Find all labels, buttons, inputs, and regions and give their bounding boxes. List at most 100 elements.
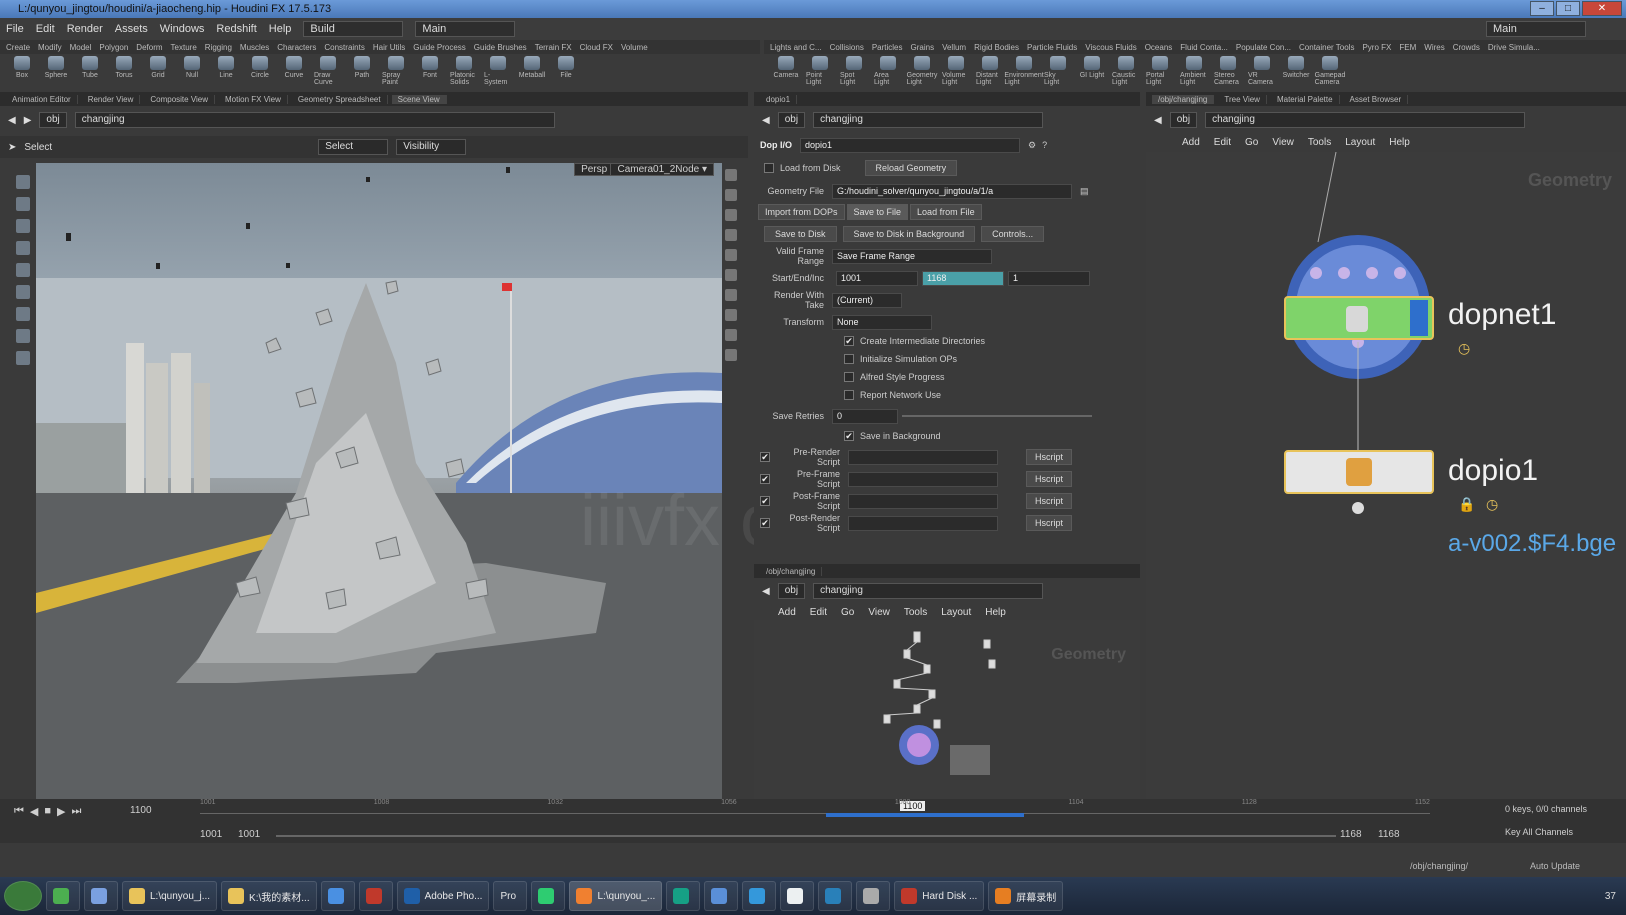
gear-icon[interactable]: ⚙ (1028, 140, 1036, 151)
tool-switcher[interactable]: Switcher (1282, 54, 1310, 79)
shelf-tab[interactable]: Fluid Conta... (1180, 43, 1228, 52)
key-all-channels-button[interactable]: Key All Channels (1505, 827, 1573, 837)
shelf-tab[interactable]: Container Tools (1299, 43, 1354, 52)
snap-tool-icon[interactable] (16, 329, 30, 343)
shelf-tab[interactable]: Hair Utils (373, 43, 405, 52)
shelf-tab[interactable]: Viscous Fluids (1085, 43, 1136, 52)
rotate-tool-icon[interactable] (16, 219, 30, 233)
maximize-button[interactable]: □ (1556, 1, 1580, 16)
net-bottom-path-obj[interactable]: obj (777, 583, 806, 599)
dopio1-node[interactable] (1284, 450, 1434, 494)
shelf-tab[interactable]: Wires (1424, 43, 1444, 52)
tool-torus[interactable]: Torus (110, 54, 138, 79)
taskbar-app-2[interactable] (320, 881, 355, 911)
shelf-tab[interactable]: Deform (136, 43, 162, 52)
save-retries-slider[interactable] (902, 415, 1092, 417)
param-path-obj[interactable]: obj (777, 112, 806, 128)
controls-button[interactable]: Controls... (981, 226, 1045, 242)
tool-tube[interactable]: Tube (76, 54, 104, 79)
load-from-disk-checkbox[interactable] (764, 163, 774, 173)
range-end-field[interactable]: 1168 (1340, 829, 1362, 840)
taskbar-app-7[interactable] (780, 881, 815, 911)
path-obj[interactable]: obj (39, 112, 67, 128)
taskbar-app-8[interactable] (818, 881, 853, 911)
handle-tool-icon[interactable] (16, 263, 30, 277)
select-mode-dropdown[interactable]: Select (318, 139, 389, 155)
tool-draw-curve[interactable]: Draw Curve (314, 54, 342, 86)
net-menu-view[interactable]: View (868, 607, 890, 618)
jump-start-icon[interactable]: ⏮ (14, 805, 24, 818)
tool-lsystem[interactable]: L-System (484, 54, 512, 86)
menu-help[interactable]: Help (269, 23, 292, 35)
minimize-button[interactable]: – (1530, 1, 1554, 16)
tab-geometry-spreadsheet[interactable]: Geometry Spreadsheet (292, 94, 388, 104)
tool-spray-paint[interactable]: Spray Paint (382, 54, 410, 86)
net-menu-go[interactable]: Go (841, 607, 854, 618)
geometry-file-field[interactable]: G:/houdini_solver/qunyou_jingtou/a/1/a (832, 183, 1072, 199)
shelf-tab[interactable]: Oceans (1145, 43, 1173, 52)
taskbar-houdini[interactable]: L:\qunyou_... (569, 881, 663, 911)
play-icon[interactable]: ▶ (57, 805, 65, 818)
shelf-tab[interactable]: Vellum (942, 43, 966, 52)
network-checkbox[interactable] (844, 390, 854, 400)
tool-metaball[interactable]: Metaball (518, 54, 546, 79)
tab-composite-view[interactable]: Composite View (144, 94, 216, 104)
shelf-tab[interactable]: Particle Fluids (1027, 43, 1077, 52)
save-to-disk-button[interactable]: Save to Disk (764, 226, 837, 242)
create-dirs-checkbox[interactable]: ✔ (844, 336, 854, 346)
dopnet1-node[interactable] (1284, 296, 1434, 340)
menu-windows[interactable]: Windows (160, 23, 205, 35)
net-menu-go[interactable]: Go (1245, 137, 1258, 148)
net-menu-edit[interactable]: Edit (1214, 137, 1231, 148)
tool-portal-light[interactable]: Portal Light (1146, 54, 1174, 86)
tool-line[interactable]: Line (212, 54, 240, 79)
node-name-field[interactable]: dopio1 (800, 137, 1020, 153)
tool-point-light[interactable]: Point Light (806, 54, 834, 86)
display-options-icon[interactable] (725, 229, 737, 241)
tool-sphere[interactable]: Sphere (42, 54, 70, 79)
shelf-tab[interactable]: Rigid Bodies (974, 43, 1019, 52)
range-start2-field[interactable]: 1001 (238, 829, 260, 840)
net-menu-view[interactable]: View (1272, 137, 1294, 148)
post-frame-lang[interactable]: Hscript (1026, 493, 1073, 509)
tool-distant-light[interactable]: Distant Light (976, 54, 1004, 86)
subtab-save-to-file[interactable]: Save to File (846, 204, 909, 220)
reload-geometry-button[interactable]: Reload Geometry (864, 160, 958, 176)
net-menu-layout[interactable]: Layout (1345, 137, 1375, 148)
inc-frame-field[interactable]: 1 (1008, 270, 1090, 286)
tool-camera[interactable]: Camera (772, 54, 800, 79)
pre-render-field[interactable] (848, 449, 998, 465)
step-back-icon[interactable]: ◀ (30, 805, 38, 818)
shelf-tab[interactable]: Muscles (240, 43, 269, 52)
transform-dropdown[interactable]: None (832, 314, 932, 330)
net-menu-tools[interactable]: Tools (904, 607, 927, 618)
magnet-tool-icon[interactable] (16, 351, 30, 365)
pre-render-lang[interactable]: Hscript (1026, 449, 1073, 465)
shelf-tab[interactable]: Crowds (1453, 43, 1480, 52)
shaded-icon[interactable] (725, 269, 737, 281)
shelf-tab[interactable]: Guide Brushes (474, 43, 527, 52)
taskbar-app[interactable] (84, 881, 118, 911)
pre-frame-field[interactable] (848, 471, 998, 487)
tool-environment-light[interactable]: Environment Light (1004, 54, 1044, 86)
close-button[interactable]: ✕ (1582, 1, 1622, 16)
tool-gi-light[interactable]: GI Light (1078, 54, 1106, 79)
tab-obj-changjing[interactable]: /obj/changjing (1152, 94, 1215, 104)
stop-icon[interactable]: ■ (44, 805, 51, 818)
net-menu-add[interactable]: Add (1182, 137, 1200, 148)
back-arrow-icon[interactable]: ◀ (8, 115, 16, 126)
tab-dopio1[interactable]: dopio1 (760, 94, 798, 104)
tool-caustic-light[interactable]: Caustic Light (1112, 54, 1140, 86)
back-arrow-icon[interactable]: ◀ (762, 586, 770, 597)
net-menu-help[interactable]: Help (1389, 137, 1410, 148)
build-desktop-select[interactable]: Build (303, 21, 404, 37)
shelf-tab[interactable]: Collisions (830, 43, 864, 52)
dopnet1-display-flag[interactable] (1410, 300, 1428, 336)
tab-material-palette[interactable]: Material Palette (1271, 94, 1340, 104)
timeline-track[interactable] (200, 813, 1430, 814)
net-menu-help[interactable]: Help (985, 607, 1006, 618)
tab-obj-changjing[interactable]: /obj/changjing (760, 566, 823, 576)
move-tool-icon[interactable] (16, 197, 30, 211)
view-tool-icon[interactable] (16, 307, 30, 321)
tab-render-view[interactable]: Render View (82, 94, 141, 104)
